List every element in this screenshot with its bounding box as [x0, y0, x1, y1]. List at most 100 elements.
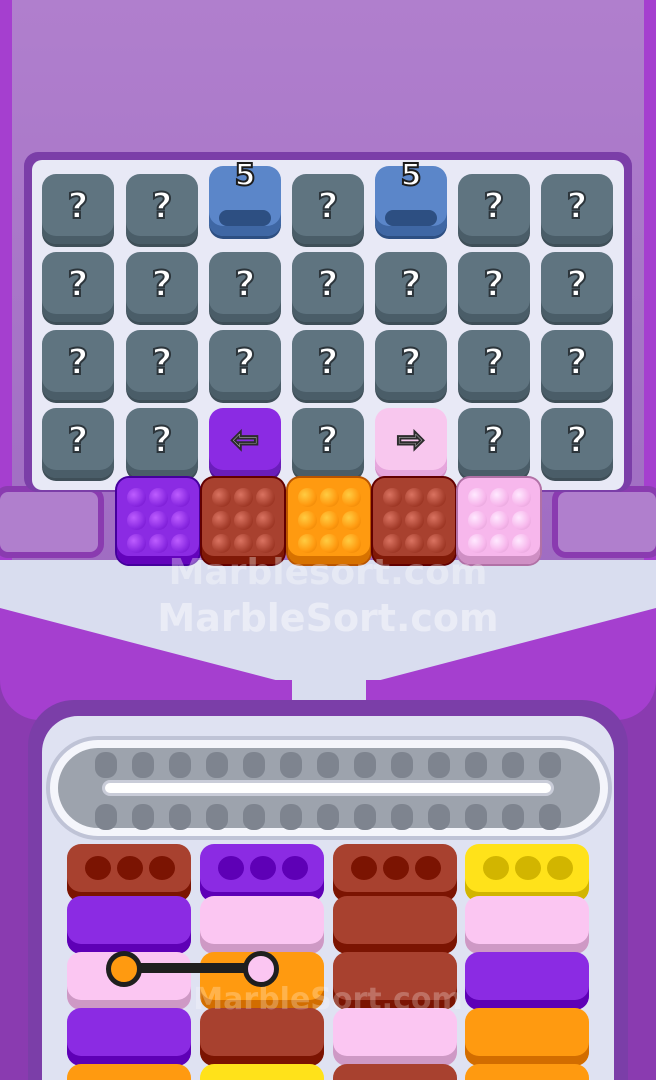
marble-hole [117, 856, 143, 880]
marble-hole [149, 856, 175, 880]
marble [234, 488, 253, 507]
mystery-tile[interactable]: ? [375, 252, 447, 322]
arrow-left-tile[interactable]: ⇦ [209, 408, 281, 478]
link-bar [124, 963, 262, 973]
conveyor-slot [243, 752, 265, 778]
conveyor-slot [539, 752, 561, 778]
marble [405, 534, 424, 553]
marble [427, 488, 446, 507]
stack-piece [67, 896, 191, 954]
conveyor-slot [465, 752, 487, 778]
mystery-tile[interactable]: ? [292, 330, 364, 400]
marble [490, 534, 509, 553]
question-mark: ? [317, 419, 340, 462]
mystery-tile[interactable]: ? [42, 252, 114, 322]
question-mark: ? [67, 341, 90, 384]
stack-piece [465, 896, 589, 954]
question-mark: ? [566, 341, 589, 384]
stack-piece [200, 1064, 324, 1080]
question-mark: ? [234, 263, 257, 306]
side-shelf-left [0, 486, 104, 558]
marble [256, 488, 275, 507]
stack-top-tray[interactable] [67, 844, 191, 902]
stack-top-tray[interactable] [200, 844, 324, 902]
marble [127, 488, 146, 507]
marble [234, 511, 253, 530]
tube-tile[interactable]: 5 [375, 157, 447, 236]
marble [427, 534, 446, 553]
mystery-tile[interactable]: ? [209, 330, 281, 400]
watermark-line-1: Marblesort.com [168, 552, 488, 593]
marble [320, 488, 339, 507]
mystery-tile[interactable]: ? [541, 408, 613, 478]
conveyor-slot [502, 752, 524, 778]
mystery-tile[interactable]: ? [126, 174, 198, 244]
marble-hole [85, 856, 111, 880]
mystery-tile[interactable]: ? [292, 408, 364, 478]
mystery-tile[interactable]: ? [42, 330, 114, 400]
marble [512, 534, 531, 553]
conveyor-slot [169, 804, 191, 830]
mystery-tile[interactable]: ? [458, 408, 530, 478]
conveyor-rail [102, 780, 554, 796]
mystery-tile[interactable]: ? [42, 408, 114, 478]
stack-piece [465, 1064, 589, 1080]
conveyor-slot [132, 804, 154, 830]
conveyor-slot [317, 752, 339, 778]
arrow-right-tile[interactable]: ⇨ [375, 408, 447, 478]
mystery-tile[interactable]: ? [541, 174, 613, 244]
marble [212, 488, 231, 507]
question-mark: ? [400, 341, 423, 384]
mystery-tile[interactable]: ? [541, 252, 613, 322]
link-knob-left[interactable] [106, 951, 142, 987]
marble [298, 488, 317, 507]
mystery-tile[interactable]: ? [209, 252, 281, 322]
tube-slot [219, 210, 271, 226]
mystery-tile[interactable]: ? [292, 174, 364, 244]
stack-piece [200, 896, 324, 954]
conveyor-slot [354, 804, 376, 830]
mystery-tile[interactable]: ? [126, 252, 198, 322]
mystery-tile[interactable]: ? [458, 174, 530, 244]
marble [468, 511, 487, 530]
conveyor-slot [317, 804, 339, 830]
conveyor-slot [280, 804, 302, 830]
link-knob-right[interactable] [243, 951, 279, 987]
question-mark: ? [151, 263, 174, 306]
marble [342, 511, 361, 530]
marble [212, 534, 231, 553]
stack-piece [333, 1064, 457, 1080]
mystery-tile[interactable]: ? [375, 330, 447, 400]
stack-top-tray[interactable] [465, 844, 589, 902]
tube-tile[interactable]: 5 [209, 157, 281, 236]
mystery-tile[interactable]: ? [458, 330, 530, 400]
marble [320, 534, 339, 553]
mystery-tile[interactable]: ? [126, 330, 198, 400]
watermark-line-2: MarbleSort.com [157, 596, 499, 640]
conveyor-slot [428, 804, 450, 830]
mystery-tile[interactable]: ? [42, 174, 114, 244]
side-shelf-right [552, 486, 656, 558]
mystery-tile[interactable]: ? [126, 408, 198, 478]
marble [468, 534, 487, 553]
mystery-tile[interactable]: ? [292, 252, 364, 322]
mystery-tile[interactable]: ? [541, 330, 613, 400]
marble [298, 534, 317, 553]
marble [256, 511, 275, 530]
question-mark: ? [566, 263, 589, 306]
tube-count: 5 [234, 157, 257, 194]
mystery-tile[interactable]: ? [458, 252, 530, 322]
marble [171, 488, 190, 507]
tube-count: 5 [400, 157, 423, 194]
arrow-left-icon: ⇦ [230, 419, 260, 461]
marble [490, 488, 509, 507]
marble [383, 511, 402, 530]
stack-piece [333, 896, 457, 954]
stack-top-tray[interactable] [333, 844, 457, 902]
tube-slot [385, 210, 437, 226]
marble-hole [547, 856, 573, 880]
marble [127, 534, 146, 553]
marble [427, 511, 446, 530]
marble [383, 488, 402, 507]
question-mark: ? [67, 185, 90, 228]
